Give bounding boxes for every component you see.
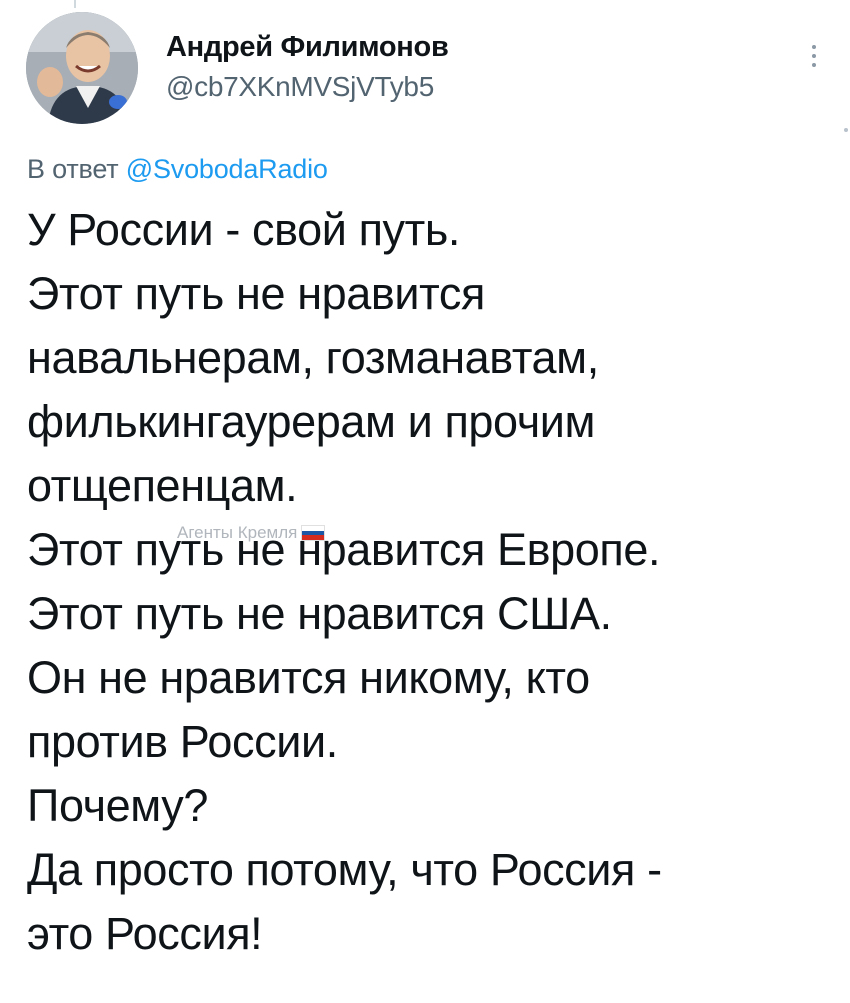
tweet-line: Этот путь не нравится США. (27, 588, 612, 639)
avatar-photo-icon (26, 12, 138, 124)
avatar[interactable] (26, 12, 138, 124)
author-handle[interactable]: @cb7XKnMVSjVTyb5 (166, 70, 448, 104)
tweet-text: У России - свой путь. Этот путь не нрави… (27, 198, 827, 966)
tweet-line: Этот путь не нравится Европе. (27, 524, 661, 575)
watermark: Агенты Кремля (177, 522, 326, 544)
tweet-line: У России - свой путь. (27, 204, 461, 255)
reply-mention-link[interactable]: @SvobodaRadio (126, 154, 328, 184)
tweet-line: Да просто потому, что Россия - (27, 844, 662, 895)
tweet-header: Андрей Филимонов @cb7XKnMVSjVTyb5 (26, 12, 826, 124)
tweet-line: навальнерам, гозманавтам, (27, 332, 599, 383)
tweet-line: Он не нравится никому, кто (27, 652, 590, 703)
author-display-name[interactable]: Андрей Филимонов (166, 30, 449, 64)
tweet-line: Почему? (27, 780, 209, 831)
tweet-line: отщепенцам. (27, 460, 298, 511)
tweet-line: филькингаурерам и прочим (27, 396, 596, 447)
reply-context: В ответ @SvobodaRadio (27, 152, 328, 186)
watermark-text: Агенты Кремля (177, 523, 298, 542)
tweet-line: Этот путь не нравится (27, 268, 485, 319)
scroll-indicator (844, 128, 848, 132)
more-options-button[interactable] (802, 34, 826, 78)
russian-flag-icon (301, 525, 326, 541)
thread-connector-line (74, 0, 76, 8)
reply-prefix: В ответ (27, 154, 119, 184)
tweet-line: против России. (27, 716, 338, 767)
author-names: Андрей Филимонов @cb7XKnMVSjVTyb5 (166, 30, 449, 104)
tweet-line: это Россия! (27, 908, 263, 959)
more-vertical-icon (812, 45, 816, 49)
